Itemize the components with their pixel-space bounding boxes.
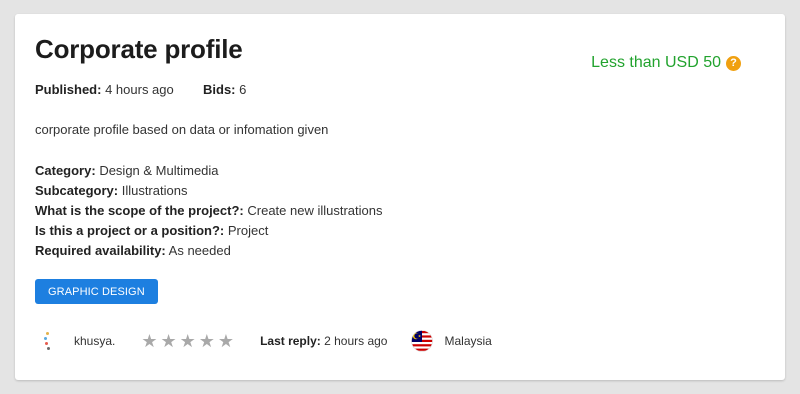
- project-footer: khusya. ★ ★ ★ ★ ★ Last reply: 2 hours ag…: [35, 329, 492, 353]
- detail-value: Illustrations: [121, 183, 188, 198]
- detail-value: As needed: [168, 243, 231, 258]
- project-card: Corporate profile Less than USD 50 ? Pub…: [15, 14, 785, 380]
- bids-value: 6: [239, 82, 247, 97]
- detail-label: Subcategory:: [35, 183, 119, 198]
- project-description: corporate profile based on data or infom…: [35, 122, 329, 137]
- project-title[interactable]: Corporate profile: [35, 34, 243, 65]
- published-value: 4 hours ago: [105, 82, 174, 97]
- username-link[interactable]: khusya.: [74, 334, 115, 348]
- star-icon: ★: [179, 331, 196, 351]
- budget: Less than USD 50 ?: [591, 54, 741, 72]
- question-circle-icon[interactable]: ?: [726, 55, 741, 71]
- project-meta: Published: 4 hours ago Bids: 6: [35, 82, 246, 97]
- detail-row-availability: Required availability: As needed: [35, 241, 383, 261]
- skill-tag-button[interactable]: GRAPHIC DESIGN: [35, 279, 158, 304]
- star-icon: ★: [217, 331, 235, 351]
- detail-value: Project: [227, 223, 269, 238]
- country-label: Malaysia: [444, 334, 492, 348]
- detail-row-subcategory: Subcategory: Illustrations: [35, 181, 383, 201]
- star-icon: ★: [141, 331, 158, 351]
- rating-stars: ★ ★ ★ ★ ★: [141, 332, 234, 350]
- detail-row-type: Is this a project or a position?: Projec…: [35, 221, 383, 241]
- last-reply: Last reply: 2 hours ago: [260, 334, 387, 348]
- detail-label: What is the scope of the project?:: [35, 203, 244, 218]
- detail-label: Is this a project or a position?:: [35, 223, 225, 238]
- project-details: Category: Design & Multimedia Subcategor…: [35, 161, 383, 261]
- detail-label: Category:: [35, 163, 96, 178]
- detail-value: Design & Multimedia: [99, 163, 219, 178]
- bids-label: Bids:: [203, 82, 236, 97]
- budget-label: Less than USD 50: [591, 54, 721, 71]
- detail-row-category: Category: Design & Multimedia: [35, 161, 383, 181]
- last-reply-value: 2 hours ago: [324, 334, 388, 348]
- avatar[interactable]: [35, 329, 55, 353]
- malaysia-flag-icon: [411, 330, 434, 352]
- star-icon: ★: [198, 331, 215, 351]
- detail-label: Required availability:: [35, 243, 166, 258]
- detail-row-scope: What is the scope of the project?: Creat…: [35, 201, 383, 221]
- published-label: Published:: [35, 82, 102, 97]
- last-reply-label: Last reply:: [260, 334, 321, 348]
- star-icon: ★: [160, 331, 177, 351]
- detail-value: Create new illustrations: [247, 203, 383, 218]
